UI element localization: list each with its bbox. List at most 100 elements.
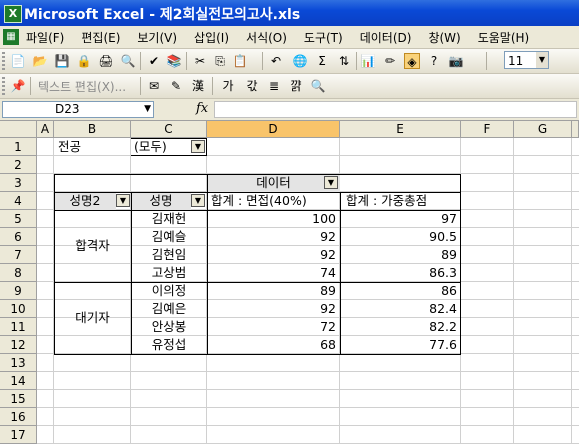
cell-weighted[interactable]: 86 xyxy=(340,282,461,300)
insert-function-icon[interactable]: fx xyxy=(196,101,208,116)
phonetic-icon[interactable]: 갃 xyxy=(244,78,260,94)
research-icon[interactable]: 📚 xyxy=(166,53,182,69)
data-field-dropdown[interactable]: ▼ xyxy=(324,176,338,189)
page-field-value[interactable]: (모두) xyxy=(134,138,167,156)
menu-view[interactable]: 보기(V) xyxy=(137,29,177,46)
row-header[interactable]: 8 xyxy=(0,264,37,282)
chevron-down-icon[interactable]: ▼ xyxy=(144,102,151,117)
row-header[interactable]: 13 xyxy=(0,354,37,372)
cell-interview[interactable]: 92 xyxy=(207,228,340,246)
row-header[interactable]: 6 xyxy=(0,228,37,246)
menu-tools[interactable]: 도구(T) xyxy=(304,29,343,46)
pin-icon[interactable]: 📌 xyxy=(10,78,26,94)
sort-ascending-icon[interactable]: ⇅ xyxy=(336,53,352,69)
cell-weighted[interactable]: 86.3 xyxy=(340,264,461,282)
text-edit-button[interactable]: 텍스트 편집(X)... xyxy=(38,78,126,95)
cell-weighted[interactable]: 82.4 xyxy=(340,300,461,318)
copy-icon[interactable]: ⎘ xyxy=(212,53,228,69)
row-header[interactable]: 5 xyxy=(0,210,37,228)
save-icon[interactable]: 💾 xyxy=(54,53,70,69)
cell-name[interactable]: 김현임 xyxy=(131,246,207,264)
row-header[interactable]: 7 xyxy=(0,246,37,264)
row-field1-dropdown[interactable]: ▼ xyxy=(116,194,130,207)
workbook-icon[interactable]: ▦ xyxy=(3,29,19,45)
spelling-icon[interactable]: ✔ xyxy=(146,53,162,69)
column-header[interactable]: D xyxy=(207,121,340,138)
menu-insert[interactable]: 삽입(I) xyxy=(194,29,229,46)
row-field2-label[interactable]: 성명 xyxy=(131,192,191,210)
row-header[interactable]: 16 xyxy=(0,408,37,426)
cell-name[interactable]: 김예은 xyxy=(131,300,207,318)
worksheet-grid[interactable]: A B C D E F G 1 2 3 4 5 6 7 8 9 10 11 12 13 14 15 16 17 … xyxy=(0,121,579,444)
row-header[interactable]: 2 xyxy=(0,156,37,174)
cell-interview[interactable]: 89 xyxy=(207,282,340,300)
permission-icon[interactable]: 🔒 xyxy=(76,53,92,69)
column-header[interactable]: F xyxy=(461,121,514,138)
cell-weighted[interactable]: 90.5 xyxy=(340,228,461,246)
row-field2-dropdown[interactable]: ▼ xyxy=(191,194,205,207)
row-header[interactable]: 15 xyxy=(0,390,37,408)
cell-weighted[interactable]: 89 xyxy=(340,246,461,264)
chart-wizard-icon[interactable]: 📊 xyxy=(360,53,376,69)
cell-interview[interactable]: 92 xyxy=(207,246,340,264)
row-header[interactable]: 4 xyxy=(0,192,37,210)
row-header[interactable]: 3 xyxy=(0,174,37,192)
print-icon[interactable]: 🖨 xyxy=(98,53,114,69)
zoom-icon[interactable]: 🔍 xyxy=(310,78,326,94)
cell-weighted[interactable]: 77.6 xyxy=(340,336,461,354)
pivot-active-icon[interactable]: ◈ xyxy=(404,53,420,69)
menu-help[interactable]: 도움말(H) xyxy=(478,29,530,46)
highlight-icon[interactable]: ✎ xyxy=(168,78,184,94)
menu-format[interactable]: 서식(O) xyxy=(246,29,287,46)
page-field-dropdown[interactable]: ▼ xyxy=(191,140,205,153)
new-icon[interactable]: 📄 xyxy=(10,53,26,69)
row-header[interactable]: 1 xyxy=(0,138,37,156)
formula-input[interactable] xyxy=(214,101,577,118)
cell-interview[interactable]: 100 xyxy=(207,210,340,228)
column-header[interactable]: A xyxy=(37,121,54,138)
cell-name[interactable]: 김재헌 xyxy=(131,210,207,228)
merge-icon[interactable]: 꺍 xyxy=(288,78,304,94)
cell-name[interactable]: 유정섭 xyxy=(131,336,207,354)
comment-icon[interactable]: ✉ xyxy=(146,78,162,94)
toolbar-grip[interactable] xyxy=(2,77,5,95)
hyperlink-icon[interactable]: 🌐 xyxy=(292,53,308,69)
column-header[interactable]: E xyxy=(340,121,461,138)
excel-app-icon[interactable]: X xyxy=(4,5,22,23)
cell-weighted[interactable]: 97 xyxy=(340,210,461,228)
cell-weighted[interactable]: 82.2 xyxy=(340,318,461,336)
drawing-icon[interactable]: ✏ xyxy=(382,53,398,69)
camera-icon[interactable]: 📷 xyxy=(448,53,464,69)
data-field-label[interactable]: 데이터 xyxy=(207,174,340,192)
menu-window[interactable]: 창(W) xyxy=(428,29,460,46)
name-box[interactable]: D23 ▼ xyxy=(2,101,154,118)
toolbar-grip[interactable] xyxy=(2,52,5,70)
open-icon[interactable]: 📂 xyxy=(32,53,48,69)
row-header[interactable]: 9 xyxy=(0,282,37,300)
column-header[interactable]: C xyxy=(131,121,207,138)
font-size-select[interactable]: 11 ▼ xyxy=(504,51,549,69)
autosum-icon[interactable]: Σ xyxy=(314,53,330,69)
cell-name[interactable]: 이의정 xyxy=(131,282,207,300)
cell-interview[interactable]: 72 xyxy=(207,318,340,336)
menu-file[interactable]: 파일(F) xyxy=(26,29,64,46)
cell-interview[interactable]: 74 xyxy=(207,264,340,282)
column-header[interactable]: B xyxy=(54,121,131,138)
row-header[interactable]: 10 xyxy=(0,300,37,318)
select-all-corner[interactable] xyxy=(0,121,37,138)
menu-data[interactable]: 데이터(D) xyxy=(360,29,412,46)
align-icon[interactable]: ≣ xyxy=(266,78,282,94)
cell-name[interactable]: 고상범 xyxy=(131,264,207,282)
cell-interview[interactable]: 92 xyxy=(207,300,340,318)
undo-icon[interactable]: ↶ xyxy=(268,53,284,69)
chevron-down-icon[interactable]: ▼ xyxy=(536,52,548,68)
print-preview-icon[interactable]: 🔍 xyxy=(120,53,136,69)
row-header[interactable]: 17 xyxy=(0,426,37,444)
row-header[interactable]: 11 xyxy=(0,318,37,336)
cell-name[interactable]: 안상봉 xyxy=(131,318,207,336)
cell-interview[interactable]: 68 xyxy=(207,336,340,354)
help-icon[interactable]: ? xyxy=(426,53,442,69)
cell-name[interactable]: 김예슬 xyxy=(131,228,207,246)
paste-icon[interactable]: 📋 xyxy=(232,53,248,69)
row-field1-label[interactable]: 성명2 xyxy=(54,192,116,210)
